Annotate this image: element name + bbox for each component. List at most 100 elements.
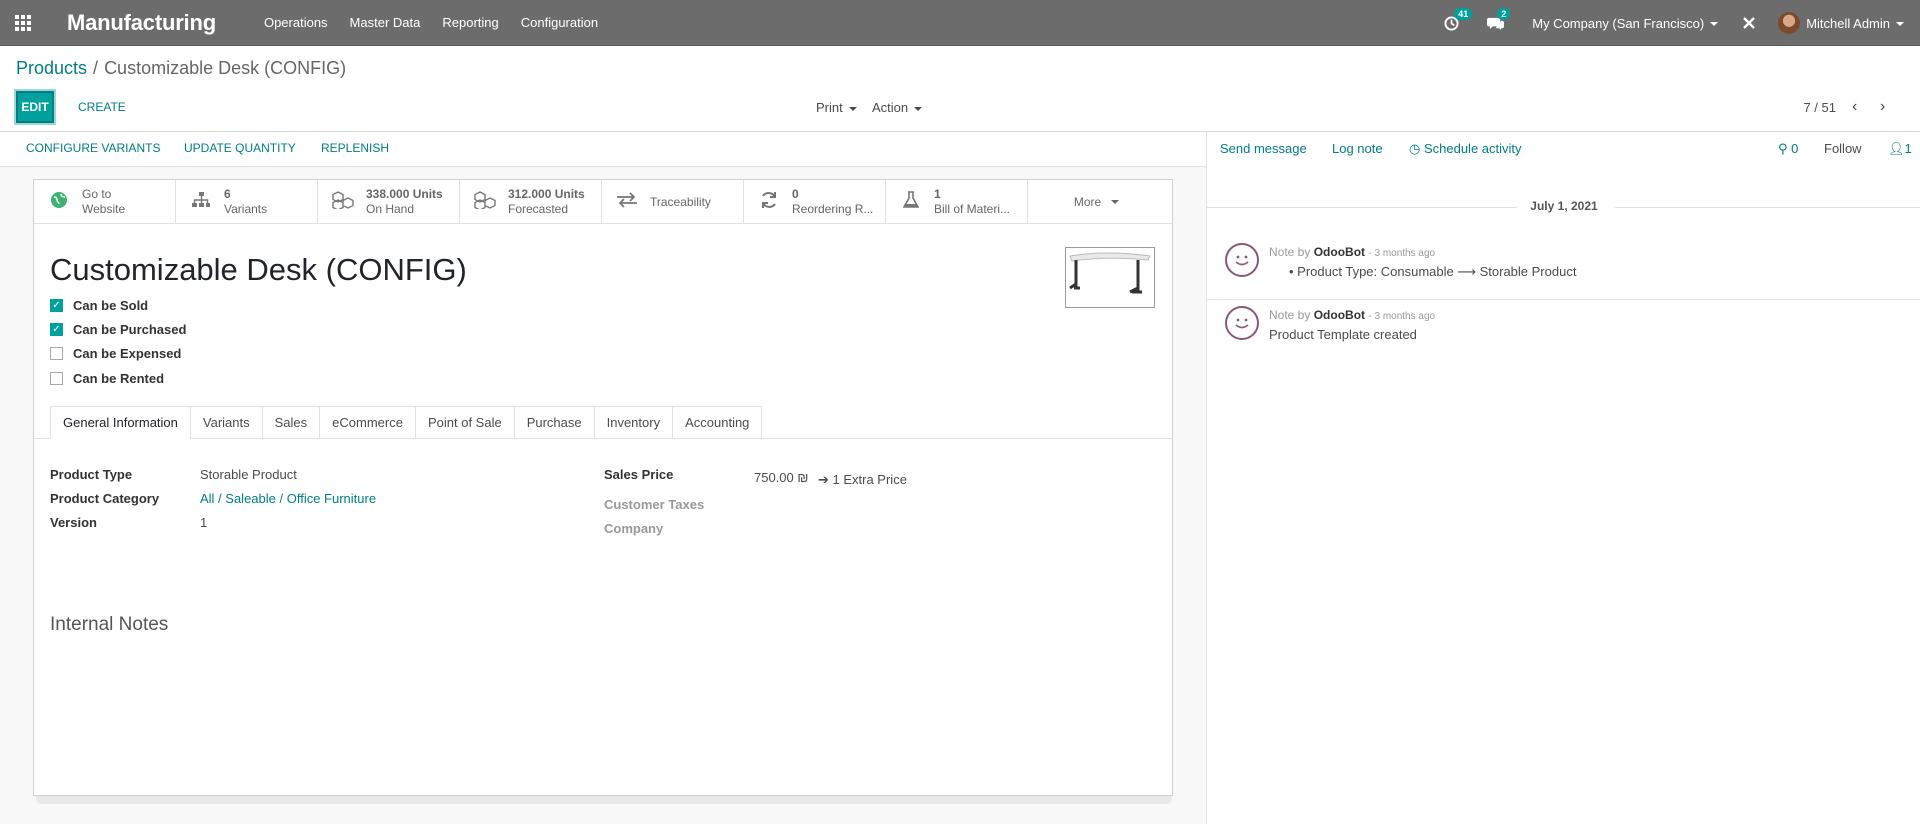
company-switcher[interactable]: My Company (San Francisco)	[1532, 16, 1719, 31]
send-message-button[interactable]: Send message	[1220, 141, 1307, 156]
smart-button-variants[interactable]: 6 Variants	[176, 180, 318, 224]
smart-button-reordering-value: 0	[792, 187, 799, 201]
user-icon: 👤︎	[1888, 141, 1905, 156]
message-author[interactable]: OdooBot	[1314, 245, 1365, 259]
smart-button-reordering-label: Reordering R...	[792, 202, 874, 216]
smart-button-traceability-label: Traceability	[650, 194, 711, 209]
product-name[interactable]: Customizable Desk (CONFIG)	[50, 252, 467, 288]
pager-previous-icon[interactable]: ‹	[1852, 98, 1857, 116]
product-image[interactable]	[1065, 247, 1155, 308]
exchange-icon	[616, 191, 638, 213]
menu-operations[interactable]: Operations	[264, 15, 328, 30]
can-be-rented-field[interactable]: Can be Rented	[50, 371, 164, 386]
debug-tools-icon[interactable]	[1742, 16, 1756, 30]
schedule-activity-label: Schedule activity	[1423, 141, 1522, 156]
can-be-rented-label: Can be Rented	[73, 371, 165, 386]
menu-master-data[interactable]: Master Data	[350, 15, 421, 30]
message-body: • Product Type: Consumable ⟶ Storable Pr…	[1289, 264, 1577, 279]
date-separator: July 1, 2021	[1530, 199, 1598, 213]
smart-button-on-hand[interactable]: 338.000 Units On Hand	[318, 180, 460, 224]
tab-variants[interactable]: Variants	[190, 406, 263, 439]
tab-ecommerce[interactable]: eCommerce	[320, 406, 416, 439]
menu-configuration[interactable]: Configuration	[521, 15, 598, 30]
avatar[interactable]	[1778, 12, 1801, 34]
update-quantity-button[interactable]: UPDATE QUANTITY	[184, 141, 296, 155]
attachments-button[interactable]: ⚲ 0	[1778, 141, 1798, 157]
avatar[interactable]	[1225, 243, 1259, 277]
message-time: - 3 months ago	[1368, 311, 1436, 322]
tab-point-of-sale[interactable]: Point of Sale	[415, 406, 515, 439]
checkbox-unchecked-icon[interactable]	[50, 372, 63, 385]
can-be-purchased-field[interactable]: ✓ Can be Purchased	[50, 322, 186, 337]
edit-button[interactable]: EDIT	[16, 91, 54, 123]
company-label: Company	[604, 521, 664, 536]
smart-button-more[interactable]: More	[1028, 180, 1165, 224]
checkbox-checked-icon[interactable]: ✓	[50, 299, 63, 312]
smart-button-forecasted[interactable]: 312.000 Units Forecasted	[460, 180, 602, 224]
smart-button-website[interactable]: Go to Website	[34, 180, 176, 224]
chevron-down-icon	[914, 106, 923, 111]
messaging-systray[interactable]: 2	[1487, 7, 1511, 31]
message-prefix: Note by	[1269, 245, 1311, 259]
checkbox-checked-icon[interactable]: ✓	[50, 323, 63, 336]
can-be-expensed-field[interactable]: Can be Expensed	[50, 346, 181, 361]
tab-general-information[interactable]: General Information	[50, 406, 191, 439]
breadcrumb-products[interactable]: Products	[16, 58, 87, 78]
schedule-activity-button[interactable]: ◷ Schedule activity	[1409, 141, 1522, 157]
form-statusbar: CONFIGURE VARIANTS UPDATE QUANTITY REPLE…	[0, 132, 1206, 167]
flask-icon	[900, 190, 922, 214]
paperclip-icon: ⚲	[1778, 141, 1792, 156]
extra-price-label: 1 Extra Price	[832, 472, 907, 487]
sales-price-value[interactable]: 750.00 ₪	[754, 470, 808, 485]
extra-price-button[interactable]: ➔ 1 Extra Price	[818, 472, 907, 488]
smart-button-variants-label: Variants	[224, 202, 268, 216]
chevron-down-icon	[1111, 200, 1120, 204]
message-header: Note by OdooBot - 3 months ago	[1269, 245, 1435, 259]
menu-reporting[interactable]: Reporting	[442, 15, 498, 30]
smart-button-traceability[interactable]: Traceability	[602, 180, 744, 224]
smart-button-bom[interactable]: 1 Bill of Materi...	[886, 180, 1028, 224]
activity-systray[interactable]: 41	[1444, 7, 1473, 31]
version-value: 1	[200, 515, 208, 530]
action-dropdown[interactable]: Action	[872, 100, 923, 115]
sales-price-label: Sales Price	[604, 467, 674, 482]
message-prefix: Note by	[1269, 308, 1311, 322]
product-type-value[interactable]: Storable Product	[200, 467, 297, 482]
form-sheet: Go to Website 6 Variants 338.000 Units On H…	[33, 179, 1173, 796]
message-divider	[1207, 299, 1920, 300]
user-menu[interactable]: Mitchell Admin	[1806, 16, 1904, 31]
log-note-button[interactable]: Log note	[1332, 141, 1383, 156]
chevron-down-icon	[1710, 22, 1719, 27]
can-be-sold-label: Can be Sold	[73, 298, 149, 313]
smart-button-on-hand-label: On Hand	[366, 202, 415, 216]
tab-accounting[interactable]: Accounting	[673, 406, 763, 439]
followers-button[interactable]: 👤︎1	[1888, 141, 1912, 157]
smart-button-on-hand-value: 338.000 Units	[366, 187, 443, 201]
top-navbar: Manufacturing Operations Master Data Rep…	[0, 0, 1920, 46]
smart-button-reordering[interactable]: 0 Reordering R...	[744, 180, 886, 224]
form-view: CONFIGURE VARIANTS UPDATE QUANTITY REPLE…	[0, 132, 1206, 824]
tab-inventory[interactable]: Inventory	[594, 406, 674, 439]
message-author[interactable]: OdooBot	[1314, 308, 1365, 322]
smiley-icon	[1235, 255, 1249, 266]
can-be-sold-field[interactable]: ✓ Can be Sold	[50, 298, 148, 313]
app-name[interactable]: Manufacturing	[67, 10, 216, 36]
smart-button-forecasted-label: Forecasted	[508, 202, 569, 216]
replenish-button[interactable]: REPLENISH	[321, 141, 389, 155]
product-category-link[interactable]: All / Saleable / Office Furniture	[200, 491, 376, 506]
apps-menu-button[interactable]	[0, 0, 46, 46]
attachments-count: 0	[1791, 141, 1799, 156]
print-dropdown[interactable]: Print	[816, 100, 857, 115]
follow-button[interactable]: Follow	[1824, 141, 1862, 156]
message-time: - 3 months ago	[1368, 248, 1436, 259]
avatar[interactable]	[1225, 306, 1259, 340]
configure-variants-button[interactable]: CONFIGURE VARIANTS	[26, 141, 160, 155]
create-button[interactable]: CREATE	[78, 100, 126, 114]
notebook-tabs: General Information Variants Sales eComm…	[50, 406, 763, 439]
pager-next-icon[interactable]: ›	[1880, 98, 1885, 116]
clock-icon: ◷	[1409, 141, 1424, 156]
tab-sales[interactable]: Sales	[262, 406, 321, 439]
checkbox-unchecked-icon[interactable]	[50, 347, 63, 360]
tab-purchase[interactable]: Purchase	[514, 406, 595, 439]
pager-value[interactable]: 7 / 51	[1803, 100, 1836, 115]
